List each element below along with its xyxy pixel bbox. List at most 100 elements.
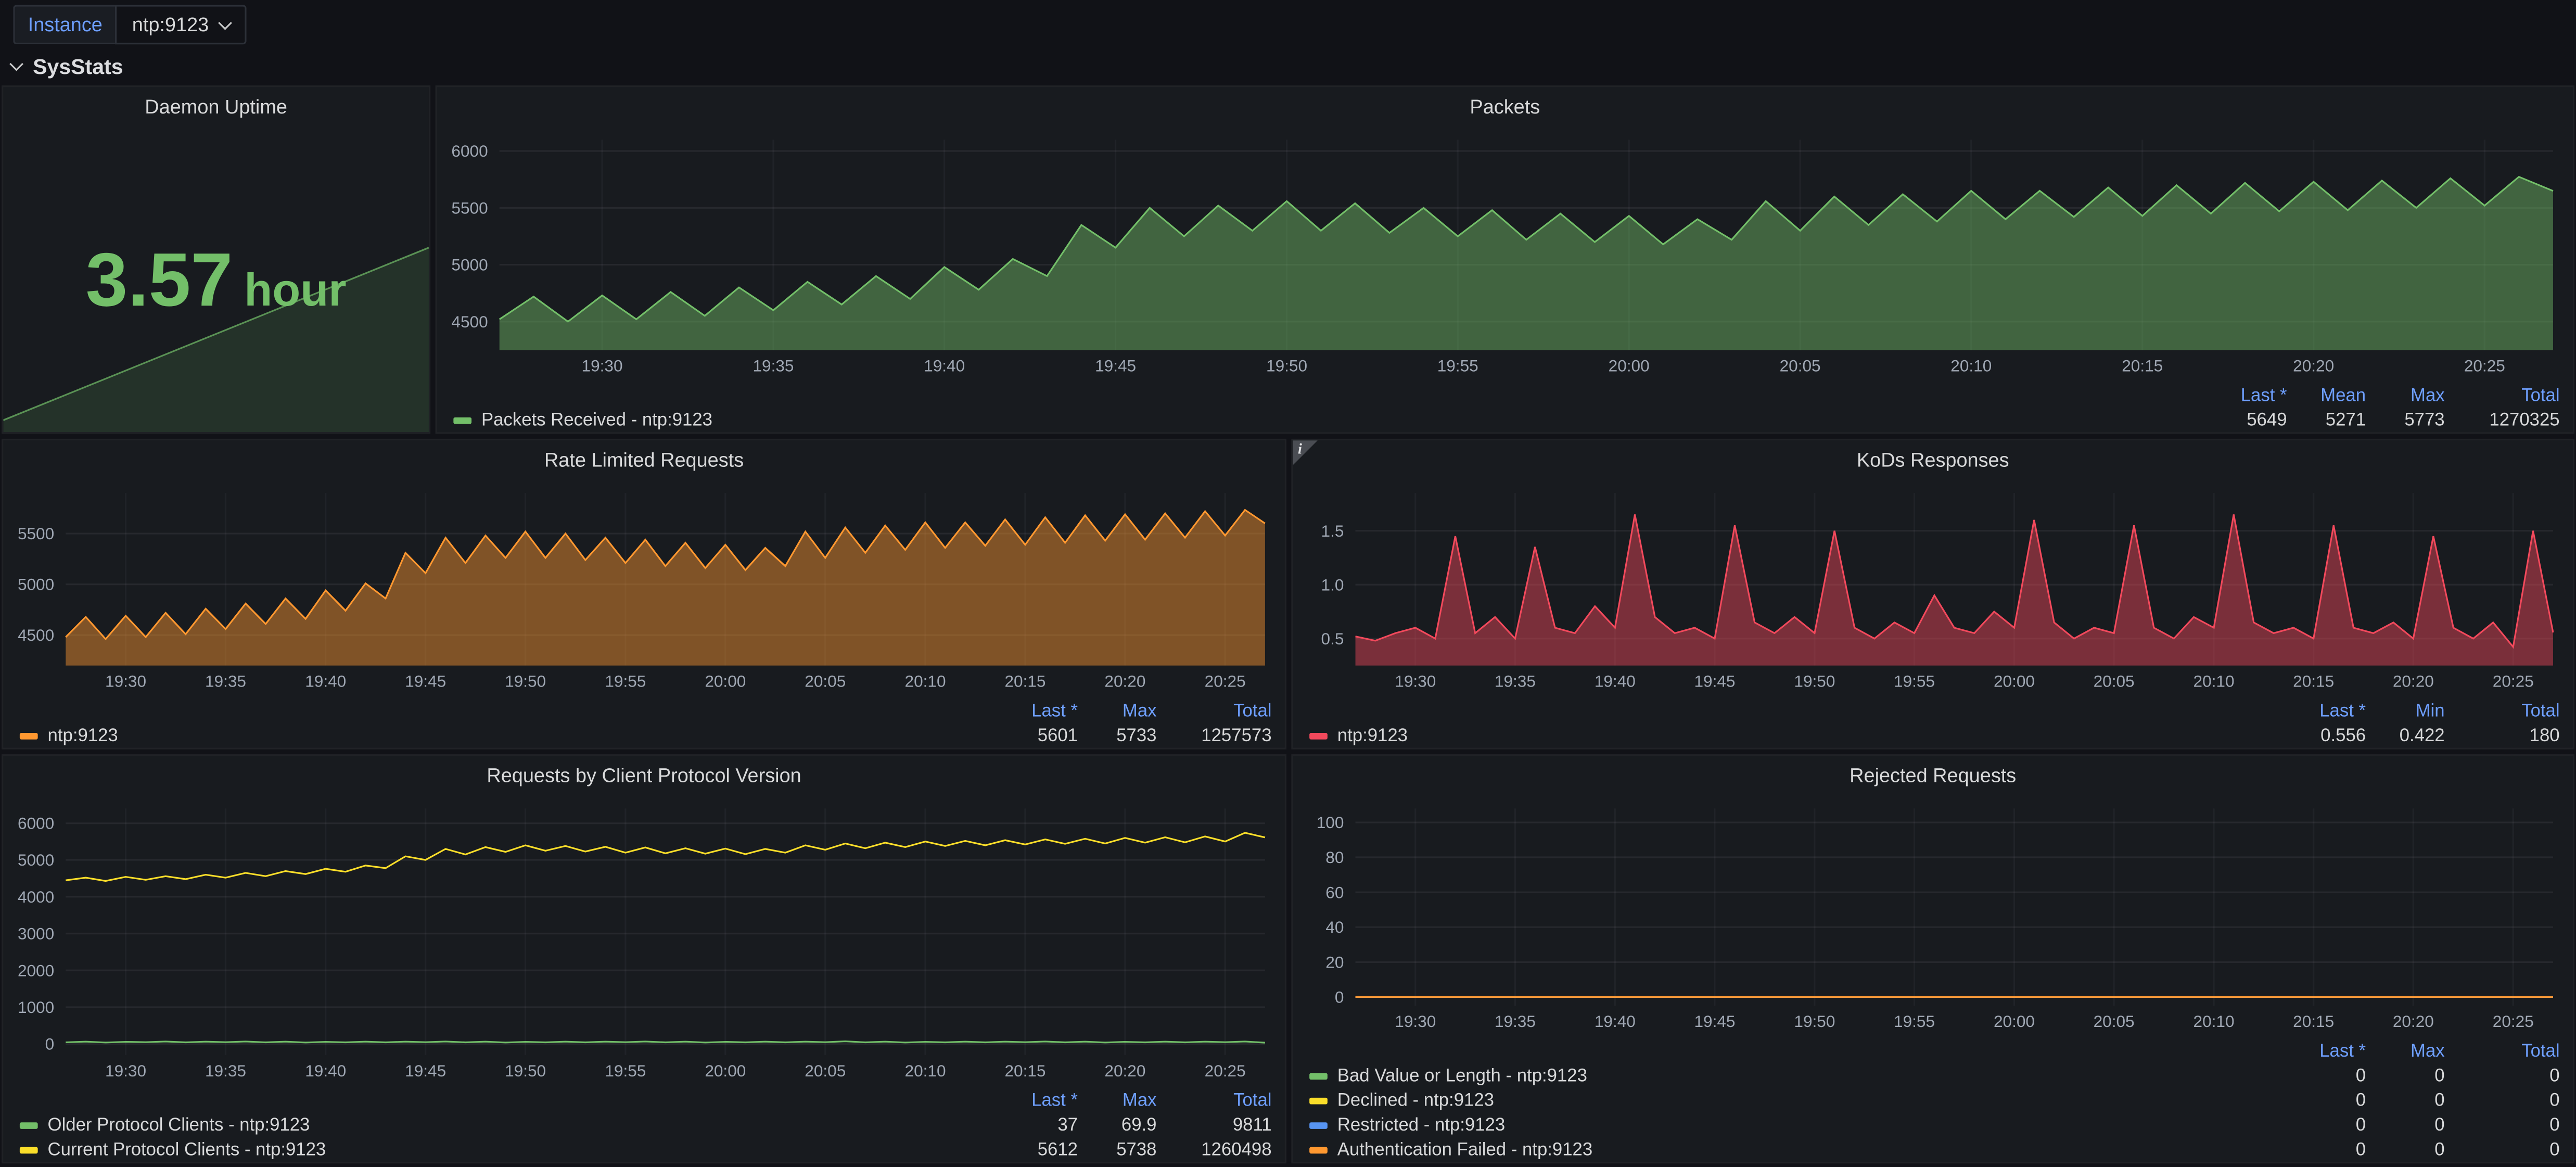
legend-column-header[interactable]: Last * <box>2208 385 2287 405</box>
stat-unit: hour <box>244 264 346 317</box>
legend-column-header[interactable]: Total <box>2445 385 2560 405</box>
panel-daemon-uptime: Daemon Uptime 3.57 hour <box>2 85 430 434</box>
svg-text:19:45: 19:45 <box>405 672 446 691</box>
legend-row: Restricted - ntp:9123000 <box>1309 1112 2559 1137</box>
legend-series-name[interactable]: Authentication Failed - ntp:9123 <box>1309 1139 2287 1159</box>
legend-header: Last *MaxTotal <box>20 1088 1272 1112</box>
legend-value: 180 <box>2445 726 2560 745</box>
dashboard-submenu: Instance ntp:9123 <box>0 0 2576 49</box>
legend-column-header[interactable]: Total <box>2445 1041 2560 1061</box>
svg-text:4000: 4000 <box>18 887 54 906</box>
legend-value: 0 <box>2445 1090 2560 1110</box>
svg-text:20:00: 20:00 <box>1609 356 1650 375</box>
svg-text:19:40: 19:40 <box>1595 672 1636 691</box>
protocol-version-chart[interactable]: 010002000300040005000600019:3019:3519:40… <box>3 795 1284 1085</box>
svg-text:19:30: 19:30 <box>1395 1012 1436 1031</box>
legend-row: Older Protocol Clients - ntp:91233769.99… <box>20 1112 1272 1137</box>
svg-text:19:55: 19:55 <box>1894 672 1935 691</box>
svg-text:20:25: 20:25 <box>1205 1061 1246 1080</box>
panel-title[interactable]: Rate Limited Requests <box>3 440 1284 480</box>
svg-text:19:45: 19:45 <box>1694 672 1735 691</box>
kods-chart[interactable]: 0.51.01.519:3019:3519:4019:4519:5019:552… <box>1293 480 2573 695</box>
legend-column-header[interactable]: Max <box>1078 701 1157 720</box>
svg-text:20:20: 20:20 <box>2393 672 2434 691</box>
svg-text:19:35: 19:35 <box>753 356 794 375</box>
packets-chart[interactable]: 450050005500600019:3019:3519:4019:4519:5… <box>437 126 2573 379</box>
svg-text:20:10: 20:10 <box>2194 672 2235 691</box>
legend-value: 1260498 <box>1157 1139 1272 1159</box>
svg-text:19:50: 19:50 <box>1266 356 1307 375</box>
legend-series-name[interactable]: Packets Received - ntp:9123 <box>453 410 2208 430</box>
legend-value: 5773 <box>2366 410 2445 430</box>
legend-value: 0 <box>2445 1139 2560 1159</box>
panel-title[interactable]: Packets <box>437 87 2573 126</box>
legend-series-name[interactable]: Restricted - ntp:9123 <box>1309 1115 2287 1135</box>
kods-legend: Last *MinTotalntp:91230.5560.422180 <box>1293 695 2573 747</box>
legend-column-header[interactable]: Total <box>1157 701 1272 720</box>
panel-title[interactable]: KoDs Responses <box>1293 440 2573 480</box>
legend-column-header[interactable]: Total <box>1157 1090 1272 1110</box>
legend-column-header[interactable]: Min <box>2366 701 2445 720</box>
svg-text:20:15: 20:15 <box>1004 1061 1045 1080</box>
legend-value: 9811 <box>1157 1115 1272 1135</box>
legend-series-name[interactable]: ntp:9123 <box>20 726 999 745</box>
legend-series-name[interactable]: Declined - ntp:9123 <box>1309 1090 2287 1110</box>
legend-series-name[interactable]: ntp:9123 <box>1309 726 2287 745</box>
legend-value: 0 <box>2366 1065 2445 1085</box>
rate-limited-chart[interactable]: 45005000550019:3019:3519:4019:4519:5019:… <box>3 480 1284 695</box>
legend-series-name[interactable]: Older Protocol Clients - ntp:9123 <box>20 1115 999 1135</box>
svg-text:19:35: 19:35 <box>205 672 246 691</box>
svg-text:5500: 5500 <box>18 524 54 543</box>
instance-dropdown-value: ntp:9123 <box>132 13 209 36</box>
legend-value: 1270325 <box>2445 410 2560 430</box>
variable-label[interactable]: Instance <box>13 5 116 44</box>
legend-header: Last *MaxTotal <box>1309 1038 2559 1063</box>
legend-value: 0 <box>2287 1115 2366 1135</box>
legend-column-header[interactable]: Last * <box>2287 1041 2366 1061</box>
legend-column-header[interactable]: Mean <box>2287 385 2366 405</box>
series-color-swatch <box>20 1122 38 1128</box>
svg-text:19:40: 19:40 <box>924 356 965 375</box>
svg-text:0: 0 <box>1335 987 1344 1006</box>
legend-column-header[interactable]: Max <box>1078 1090 1157 1110</box>
legend-column-header[interactable]: Last * <box>999 701 1078 720</box>
legend-value: 5649 <box>2208 410 2287 430</box>
svg-text:19:50: 19:50 <box>1794 1012 1835 1031</box>
svg-text:19:40: 19:40 <box>305 672 346 691</box>
legend-column-header[interactable]: Max <box>2366 385 2445 405</box>
legend-value: 0 <box>2287 1090 2366 1110</box>
protocol-version-legend: Last *MaxTotalOlder Protocol Clients - n… <box>3 1085 1284 1162</box>
svg-text:20:20: 20:20 <box>1104 672 1145 691</box>
legend-row: Declined - ntp:9123000 <box>1309 1088 2559 1112</box>
legend-header: Last *MaxTotal <box>20 699 1272 723</box>
legend-value: 1257573 <box>1157 726 1272 745</box>
legend-column-header[interactable]: Last * <box>2287 701 2366 720</box>
legend-header: Last *MinTotal <box>1309 699 2559 723</box>
svg-text:20:25: 20:25 <box>2493 672 2534 691</box>
info-icon: i <box>1298 440 1302 457</box>
panel-info-icon[interactable]: i <box>1293 440 1318 465</box>
legend-value: 0 <box>2366 1090 2445 1110</box>
svg-text:20:05: 20:05 <box>2094 1012 2135 1031</box>
legend-value: 5271 <box>2287 410 2366 430</box>
svg-text:0.5: 0.5 <box>1321 629 1344 648</box>
panel-title[interactable]: Requests by Client Protocol Version <box>3 756 1284 795</box>
legend-series-name[interactable]: Bad Value or Length - ntp:9123 <box>1309 1065 2287 1085</box>
legend-series-name[interactable]: Current Protocol Clients - ntp:9123 <box>20 1139 999 1159</box>
legend-value: 5612 <box>999 1139 1078 1159</box>
svg-text:19:35: 19:35 <box>1495 1012 1536 1031</box>
svg-text:19:50: 19:50 <box>505 672 546 691</box>
svg-text:19:30: 19:30 <box>105 1061 146 1080</box>
legend-column-header[interactable]: Last * <box>999 1090 1078 1110</box>
series-color-swatch <box>20 1146 38 1153</box>
instance-dropdown[interactable]: ntp:9123 <box>116 5 247 44</box>
row-sysstats[interactable]: SysStats <box>0 49 2576 82</box>
rejected-chart[interactable]: 02040608010019:3019:3519:4019:4519:5019:… <box>1293 795 2573 1035</box>
panel-kods: i KoDs Responses 0.51.01.519:3019:3519:4… <box>1291 439 2574 750</box>
legend-column-header[interactable]: Total <box>2445 701 2560 720</box>
legend-column-header[interactable]: Max <box>2366 1041 2445 1061</box>
panel-title[interactable]: Daemon Uptime <box>3 87 429 126</box>
legend-row: Bad Value or Length - ntp:9123000 <box>1309 1063 2559 1088</box>
legend-value: 5733 <box>1078 726 1157 745</box>
panel-title[interactable]: Rejected Requests <box>1293 756 2573 795</box>
